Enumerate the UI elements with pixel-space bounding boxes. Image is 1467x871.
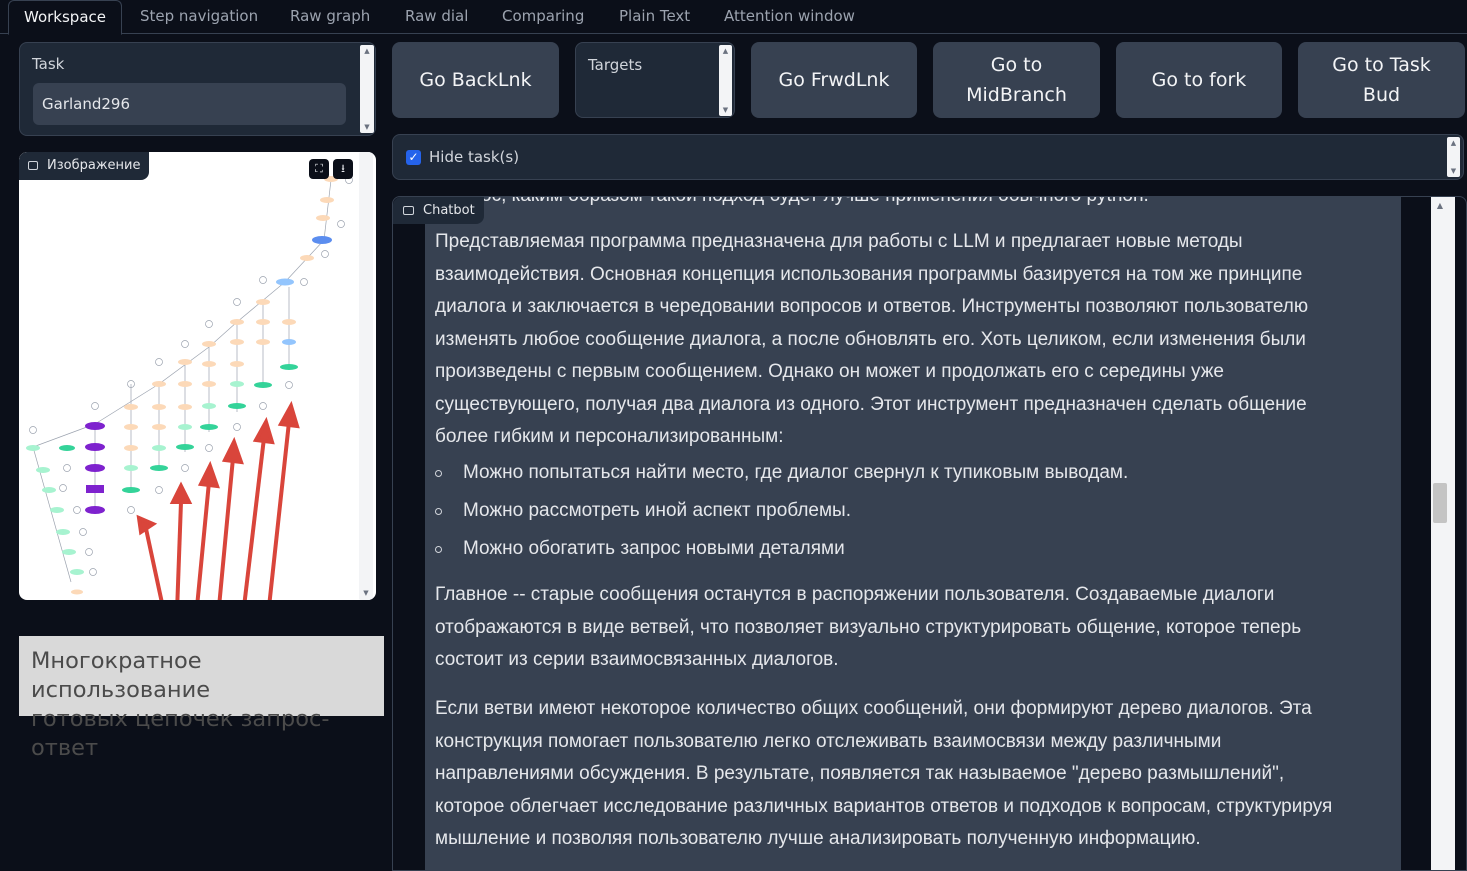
chat-line: Если ветви имеют некоторое количество об… <box>435 698 1312 719</box>
chat-scroll-thumb[interactable] <box>1433 483 1447 523</box>
chat-line: диалога и заключается в чередовании вопр… <box>435 296 1309 317</box>
hide-tasks-label[interactable]: Hide task(s) <box>429 148 519 166</box>
list-bullet-icon <box>435 470 442 477</box>
scroll-up-icon[interactable]: ▲ <box>360 46 374 56</box>
tab-workspace[interactable]: Workspace <box>8 0 122 35</box>
chat-scrollbar[interactable]: ▲ <box>1431 197 1455 870</box>
task-input[interactable]: Garland296 <box>33 83 346 125</box>
caption-line-1: Многократное использование <box>31 648 211 703</box>
scroll-up-icon[interactable]: ▲ <box>719 46 732 56</box>
chat-line: существующего, получая два диалога из од… <box>435 393 1307 415</box>
scroll-down-icon[interactable]: ▼ <box>1447 166 1460 176</box>
chat-line: Главное -- старые сообщения останутся в … <box>435 584 1275 605</box>
chat-icon <box>403 206 414 215</box>
go-to-task-bud-button[interactable]: Go to Task Bud <box>1298 42 1465 118</box>
chat-paragraph-2: Главное -- старые сообщения останутся в … <box>435 579 1395 677</box>
go-backlink-button[interactable]: Go BackLnk <box>392 42 559 118</box>
go-forwardlink-button[interactable]: Go FrwdLnk <box>751 42 917 118</box>
tab-raw-dial[interactable]: Raw dial <box>405 0 468 33</box>
list-bullet-icon <box>435 508 442 515</box>
midbranch-label-2: MidBranch <box>966 84 1067 106</box>
targets-panel[interactable]: Targets ▲ ▼ <box>575 42 735 118</box>
list-item: Можно рассмотреть иной аспект проблемы. <box>463 500 851 521</box>
midbranch-label-1: Go to <box>990 54 1043 76</box>
tab-step-navigation[interactable]: Step navigation <box>140 0 258 33</box>
task-bud-label-1: Go to Task <box>1332 54 1431 76</box>
go-to-fork-button[interactable]: Go to fork <box>1116 42 1282 118</box>
chatbot-label-text: Chatbot <box>423 203 475 218</box>
download-icon[interactable]: ⭳ <box>333 159 353 179</box>
list-bullet-icon <box>435 546 442 553</box>
dialog-tree-graph <box>26 176 353 600</box>
chatbot-label: Chatbot <box>393 197 484 224</box>
chat-line: более гибким и персонализированным: <box>435 426 784 447</box>
tab-comparing[interactable]: Comparing <box>502 0 584 33</box>
chat-message-bubble: ос, каким образом такой подход будет луч… <box>425 197 1401 870</box>
chat-line: конструкция помогает пользователю легко … <box>435 730 1222 752</box>
image-scrollbar[interactable]: ▼ <box>359 152 373 600</box>
scroll-down-icon[interactable]: ▼ <box>359 588 373 598</box>
scroll-up-icon[interactable]: ▲ <box>1447 138 1460 148</box>
scroll-down-icon[interactable]: ▼ <box>360 122 374 132</box>
caption-box: Многократное использование готовых цепоч… <box>19 636 384 761</box>
scroll-down-icon[interactable]: ▼ <box>719 105 732 115</box>
tab-bar: Workspace Step navigation Raw graph Raw … <box>0 0 1467 35</box>
caption-line-2: готовых цепочек запрос-ответ <box>31 706 330 761</box>
go-to-midbranch-button[interactable]: Go to MidBranch <box>933 42 1100 118</box>
chat-line: Представляемая программа предназначена д… <box>435 231 1243 252</box>
tab-raw-graph[interactable]: Raw graph <box>290 0 370 33</box>
chat-line: которое облегчает исследование различных… <box>435 795 1333 817</box>
hide-tasks-scrollbar[interactable]: ▲ ▼ <box>1447 137 1460 177</box>
chat-line: изменять любое сообщение диалога, а посл… <box>435 328 1306 350</box>
chat-line: состоит из серии взаимосвязанных диалого… <box>435 649 839 670</box>
chat-line: направлениями обсуждения. В результате, … <box>435 763 1285 784</box>
targets-scrollbar[interactable]: ▲ ▼ <box>719 45 732 116</box>
task-label: Task <box>32 55 65 73</box>
chat-line: отображаются в виде ветвей, что позволяе… <box>435 616 1302 638</box>
graph-nodes <box>26 176 338 595</box>
image-panel: Изображение ⛶ ⭳ ▼ <box>19 152 376 600</box>
task-scrollbar[interactable]: ▲ ▼ <box>360 45 374 133</box>
chat-paragraph-1: Представляемая программа предназначена д… <box>435 226 1395 454</box>
tab-attention-window[interactable]: Attention window <box>724 0 855 33</box>
chatbot-panel: Chatbot ос, каким образом такой подход б… <box>392 196 1467 871</box>
chat-paragraph-3: Если ветви имеют некоторое количество об… <box>435 693 1395 856</box>
scroll-up-icon[interactable]: ▲ <box>1431 201 1449 210</box>
image-label-text: Изображение <box>47 158 141 173</box>
chat-line: произведены с первым сообщением. Однако … <box>435 361 1224 382</box>
chat-text-cut: ос, каким образом такой подход будет луч… <box>481 197 1441 213</box>
list-item: Можно попытаться найти место, где диалог… <box>463 462 1129 483</box>
fullscreen-icon[interactable]: ⛶ <box>309 159 329 179</box>
task-bud-label-2: Bud <box>1362 84 1401 106</box>
hide-tasks-checkbox[interactable]: ✓ <box>406 150 421 165</box>
annotation-arrows <box>136 400 300 600</box>
image-label: Изображение <box>19 152 150 180</box>
hide-tasks-row: ✓ Hide task(s) ▲ ▼ <box>392 134 1464 180</box>
chat-line: взаимодействия. Основная концепция испол… <box>435 263 1303 285</box>
list-item: Можно обогатить запрос новыми деталями <box>463 538 845 559</box>
chat-line: мышление и позволяя пользователю лучше а… <box>435 828 1201 849</box>
image-icon <box>28 161 38 170</box>
task-panel: Task Garland296 ▲ ▼ <box>19 42 376 136</box>
targets-label: Targets <box>588 56 643 74</box>
tab-plain-text[interactable]: Plain Text <box>619 0 690 33</box>
